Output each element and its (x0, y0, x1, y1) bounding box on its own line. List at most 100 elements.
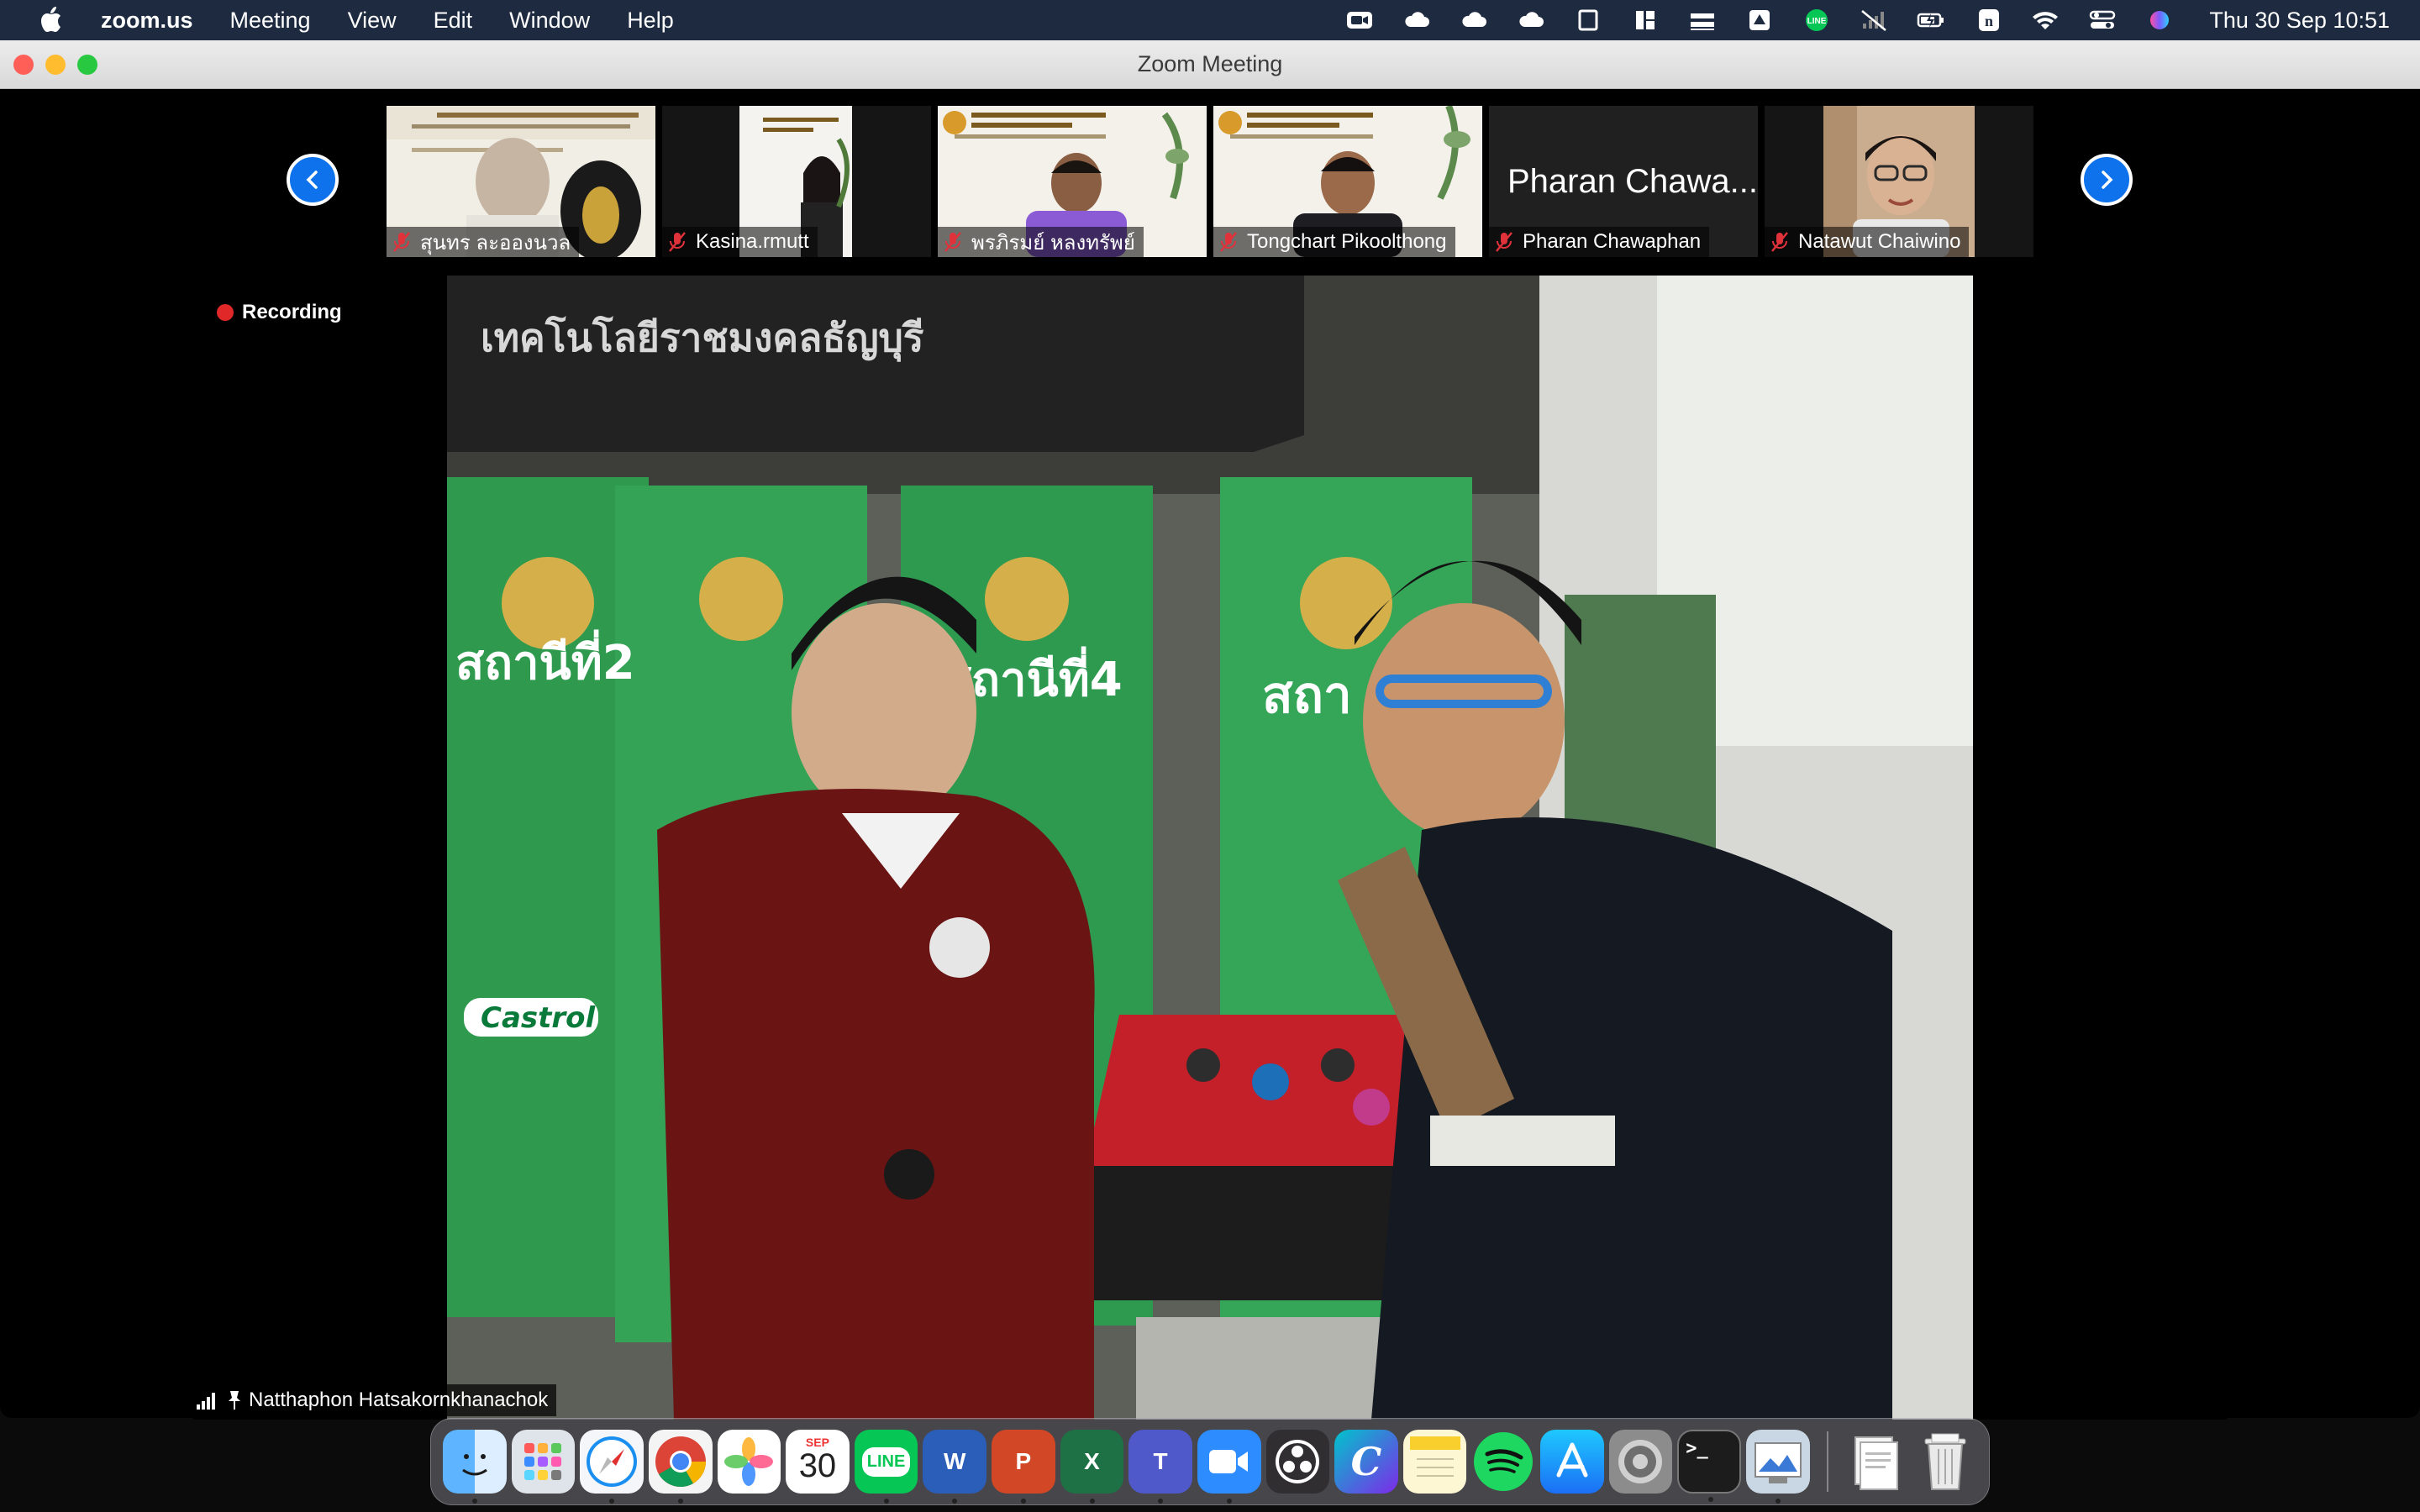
siri-icon[interactable] (2144, 8, 2175, 33)
participant-name-bar: Pharan Chawaphan (1489, 227, 1710, 257)
notion-icon[interactable]: n (1972, 8, 2004, 33)
participant-name-bar: Tongchart Pikoolthong (1213, 227, 1455, 257)
participant-tile[interactable]: พรภิรมย์ หลงทรัพย์ (938, 106, 1207, 257)
signal-strength-icon (197, 1393, 215, 1410)
battery-icon[interactable] (1915, 8, 1947, 33)
menu-window[interactable]: Window (509, 8, 590, 34)
running-indicator (609, 1499, 615, 1504)
dock-downloads-folder[interactable] (1845, 1430, 1909, 1494)
recording-label: Recording (242, 301, 342, 323)
dock-preview[interactable] (1745, 1430, 1810, 1504)
launchpad-icon (524, 1443, 562, 1480)
layout-icon[interactable] (1629, 8, 1661, 33)
participant-display-name: Pharan Chawa... (1507, 163, 1758, 200)
minimize-window-button[interactable] (45, 55, 66, 75)
preview-icon (1754, 1442, 1802, 1483)
dock-obs[interactable] (1265, 1430, 1330, 1494)
dock-separator (1826, 1431, 1828, 1492)
photos-icon (724, 1437, 774, 1486)
zoom-status-icon[interactable] (1344, 8, 1376, 33)
trash-icon (1924, 1433, 1966, 1490)
control-center-icon[interactable] (2086, 8, 2118, 33)
menu-bar: zoom.us Meeting View Edit Window Help LI… (0, 0, 2420, 40)
window-title: Zoom Meeting (1137, 51, 1283, 76)
window-titlebar: Zoom Meeting (0, 40, 2420, 89)
cloud-icon[interactable] (1515, 8, 1547, 33)
calendar-day: 30 (798, 1447, 837, 1484)
fullscreen-window-button[interactable] (77, 55, 97, 75)
microphone-muted-icon (944, 232, 961, 252)
spotify-icon (1474, 1432, 1534, 1491)
participant-name: Pharan Chawaphan (1523, 230, 1702, 253)
active-speaker-view[interactable]: เทคโนโลยีราชมงคลธัญบุรี สถานีที่2 สถานีท… (193, 276, 2227, 1420)
participant-name-bar: Natawut Chaiwino (1765, 227, 1970, 257)
participant-tile[interactable]: สุนทร ละอองนวล (387, 106, 655, 257)
recording-indicator[interactable]: Recording (217, 301, 342, 324)
close-window-button[interactable] (13, 55, 34, 75)
dock-trash[interactable] (1913, 1430, 1977, 1494)
dock-powerpoint[interactable]: P (992, 1430, 1055, 1504)
dock-canva[interactable]: C (1334, 1430, 1398, 1494)
dock-spotify[interactable] (1471, 1430, 1535, 1494)
dock-safari[interactable] (580, 1430, 644, 1504)
participant-tile[interactable]: Tongchart Pikoolthong (1213, 106, 1482, 257)
cloud-icon[interactable] (1401, 8, 1433, 33)
next-participants-button[interactable] (2081, 154, 2133, 206)
chrome-icon (655, 1436, 706, 1488)
participant-tile[interactable]: Pharan Chawa... Pharan Chawaphan (1489, 106, 1758, 257)
menu-app-name[interactable]: zoom.us (101, 8, 193, 34)
dock: SEP 30 LINE W P X T C >_ (430, 1418, 1990, 1505)
dock-photos[interactable] (717, 1430, 781, 1494)
word-app-label: W (943, 1448, 966, 1474)
participant-name: พรภิรมย์ หลงทรัพย์ (971, 231, 1135, 255)
dock-finder[interactable] (443, 1430, 507, 1504)
participant-name: Kasina.rmutt (696, 230, 809, 253)
menu-clock[interactable]: Thu 30 Sep 10:51 (2209, 8, 2390, 34)
window-icon[interactable] (1572, 8, 1604, 33)
running-indicator (1226, 1499, 1232, 1504)
microphone-muted-icon (1220, 232, 1237, 252)
running-indicator (1775, 1499, 1781, 1504)
running-indicator (952, 1499, 958, 1504)
apple-menu-icon[interactable] (34, 3, 67, 37)
dock-app-store[interactable] (1540, 1430, 1604, 1494)
dock-word[interactable]: W (923, 1430, 986, 1504)
dock-system-preferences[interactable] (1608, 1430, 1673, 1494)
menu-view[interactable]: View (348, 8, 397, 34)
dock-chrome[interactable] (648, 1430, 713, 1504)
notes-icon (1409, 1436, 1460, 1477)
cloud-icon[interactable] (1458, 8, 1490, 33)
wifi-icon[interactable] (2029, 8, 2061, 33)
dock-zoom[interactable] (1197, 1430, 1261, 1504)
participant-name-bar: สุนทร ละอองนวล (387, 227, 580, 257)
previous-participants-button[interactable] (287, 154, 339, 206)
running-indicator (677, 1499, 683, 1504)
dock-line[interactable]: LINE (854, 1430, 918, 1504)
menu-help[interactable]: Help (627, 8, 674, 34)
running-indicator (1708, 1497, 1714, 1502)
terminal-app-label: >_ (1686, 1438, 1708, 1459)
signal-muted-icon[interactable] (1858, 8, 1890, 33)
drive-icon[interactable] (1744, 8, 1776, 33)
dock-calendar[interactable]: SEP 30 (786, 1430, 850, 1494)
dock-terminal[interactable]: >_ (1677, 1430, 1741, 1502)
participant-name-bar: พรภิรมย์ หลงทรัพย์ (938, 227, 1144, 257)
line-status-icon[interactable]: LINE (1801, 8, 1833, 33)
powerpoint-app-label: P (1015, 1448, 1032, 1474)
participant-tile[interactable]: Natawut Chaiwino (1765, 106, 2033, 257)
obs-icon (1276, 1440, 1320, 1483)
dock-teams[interactable]: T (1128, 1430, 1192, 1504)
running-indicator (883, 1499, 889, 1504)
app-store-icon (1556, 1442, 1588, 1478)
participant-tile[interactable]: Kasina.rmutt (662, 106, 931, 257)
speaker-video-frame: เทคโนโลยีราชมงคลธัญบุรี สถานีที่2 สถานีท… (447, 276, 1973, 1420)
menu-meeting[interactable]: Meeting (230, 8, 311, 34)
menu-edit[interactable]: Edit (434, 8, 473, 34)
dock-launchpad[interactable] (511, 1430, 576, 1494)
running-indicator (1158, 1499, 1164, 1504)
bookshelf-icon[interactable] (1686, 8, 1718, 33)
dock-excel[interactable]: X (1060, 1430, 1124, 1504)
sign-text: สถานีที่2 (455, 629, 635, 690)
dock-notes[interactable] (1402, 1430, 1467, 1494)
microphone-muted-icon (393, 232, 410, 252)
